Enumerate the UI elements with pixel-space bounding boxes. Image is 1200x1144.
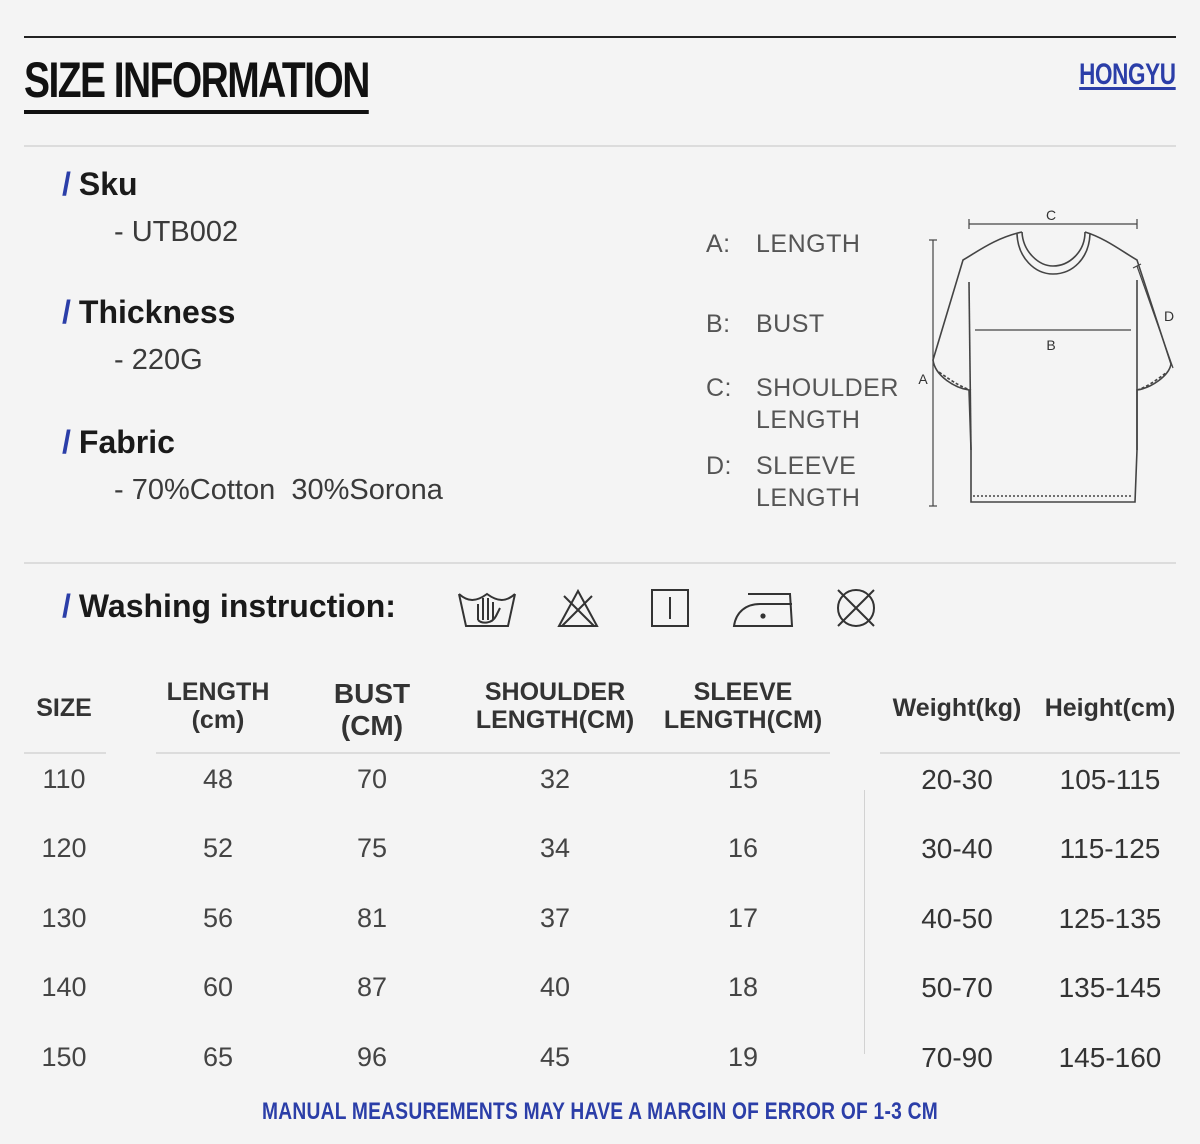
page-title: SIZE INFORMATION — [24, 52, 370, 114]
legend-item-a: A: LENGTH — [706, 230, 861, 258]
spec-thickness-value: - 220G — [114, 344, 203, 376]
table-cell: 60 — [202, 972, 234, 1002]
do-not-dry-clean-icon — [837, 589, 875, 627]
diagram-label-b: B — [1046, 337, 1055, 353]
header-bust: BUST (CM) — [333, 678, 411, 741]
diagram-label-a: A — [918, 371, 928, 387]
header-underline — [24, 752, 106, 754]
table-cell: 19 — [727, 1042, 759, 1072]
do-not-bleach-icon — [557, 588, 599, 627]
fit-table-cell: 105-115 — [1059, 764, 1161, 795]
legend-item-b: B: BUST — [706, 310, 825, 338]
table-cell: 17 — [727, 903, 759, 933]
spec-thickness-title: / Thickness — [62, 294, 236, 330]
tumble-dry-icon — [651, 589, 689, 627]
measurement-note: MANUAL MEASUREMENTS MAY HAVE A MARGIN OF… — [262, 1098, 938, 1125]
washing-label: / Washing instruction: — [62, 588, 396, 624]
header-size: SIZE — [36, 694, 92, 722]
iron-icon — [732, 593, 794, 627]
table-separator — [864, 790, 865, 1054]
table-cell: 140 — [41, 972, 87, 1002]
table-cell: 87 — [356, 972, 388, 1002]
table-cell: 52 — [202, 833, 234, 863]
tshirt-diagram: C A B D — [918, 207, 1174, 507]
hand-wash-icon — [458, 592, 516, 627]
table-cell: 34 — [539, 833, 571, 863]
table-cell: 48 — [202, 764, 234, 794]
fit-table-cell: 115-125 — [1059, 833, 1161, 864]
diagram-label-c: C — [1046, 207, 1056, 223]
diagram-label-d: D — [1164, 308, 1174, 324]
header-weight: Weight(kg) — [892, 694, 1022, 722]
table-cell: 18 — [727, 972, 759, 1002]
header-underline — [880, 752, 1180, 754]
spec-fabric-value: - 70%Cotton 30%Sorona — [114, 474, 443, 506]
fit-table-cell: 70-90 — [921, 1042, 993, 1073]
spec-sku-value: - UTB002 — [114, 216, 239, 248]
legend-item-d: D: SLEEVE LENGTH — [706, 452, 861, 512]
table-cell: 120 — [41, 833, 87, 863]
table-cell: 130 — [41, 903, 87, 933]
legend-item-c: C: SHOULDER LENGTH — [706, 374, 899, 434]
table-cell: 40 — [539, 972, 571, 1002]
top-rule — [24, 36, 1176, 38]
header-length: LENGTH (cm) — [166, 678, 270, 734]
table-cell: 45 — [539, 1042, 571, 1072]
fit-table-cell: 125-135 — [1058, 903, 1162, 934]
fit-table-cell: 30-40 — [921, 833, 993, 864]
table-cell: 96 — [356, 1042, 388, 1072]
table-cell: 81 — [356, 903, 388, 933]
brand-logo: HONGYU — [1079, 58, 1176, 91]
spec-fabric-title: / Fabric — [62, 424, 175, 460]
table-cell: 37 — [539, 903, 571, 933]
header-underline — [156, 752, 830, 754]
table-cell: 16 — [727, 833, 759, 863]
fit-table-cell: 135-145 — [1058, 972, 1162, 1003]
table-cell: 65 — [202, 1042, 234, 1072]
table-cell: 75 — [356, 833, 388, 863]
header-sleeve: SLEEVE LENGTH(CM) — [663, 678, 823, 734]
divider — [24, 562, 1176, 564]
table-cell: 56 — [202, 903, 234, 933]
fit-table-cell: 40-50 — [921, 903, 993, 934]
header-shoulder: SHOULDER LENGTH(CM) — [475, 678, 635, 734]
divider — [24, 145, 1176, 147]
fit-table-cell: 145-160 — [1058, 1042, 1162, 1073]
table-cell: 15 — [727, 764, 759, 794]
table-cell: 70 — [356, 764, 388, 794]
fit-table-cell: 20-30 — [921, 764, 993, 795]
fit-table-cell: 50-70 — [921, 972, 993, 1003]
header-height: Height(cm) — [1044, 694, 1176, 722]
table-cell: 110 — [42, 764, 86, 794]
spec-sku-title: / Sku — [62, 166, 138, 202]
table-cell: 150 — [41, 1042, 87, 1072]
table-cell: 32 — [539, 764, 571, 794]
